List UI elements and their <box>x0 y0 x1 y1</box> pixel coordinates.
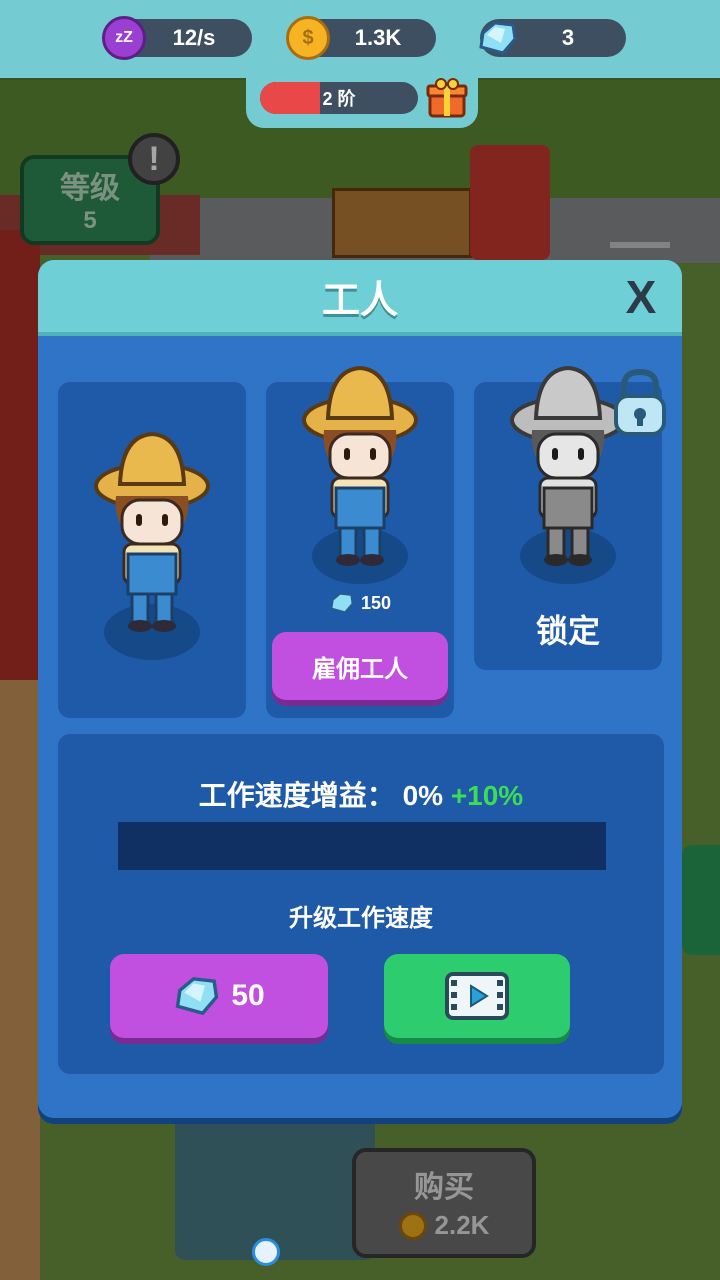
watermark-icon <box>252 1238 280 1266</box>
gem-icon <box>175 977 219 1016</box>
video-icon <box>445 972 509 1020</box>
farmer-icon <box>302 365 418 566</box>
upgrade-title: 升级工作速度 <box>289 905 433 932</box>
top-bar: zZ 12/s $ 1.3K 3 <box>0 0 720 78</box>
gem-stat: 3 <box>479 19 626 57</box>
speed-progress-bar <box>118 822 606 870</box>
stage-progress-bar: 2 阶 <box>260 82 418 114</box>
gem-value: 3 <box>561 25 575 50</box>
stage-progress-panel: 2 阶 <box>246 72 478 128</box>
modal-title: 工人 <box>321 279 398 322</box>
speed-bonus: +10% <box>450 780 524 811</box>
sleep-icon: zZ <box>102 16 146 60</box>
worker-modal: 工人 X 150 雇佣工人 锁定 工作速度增益： 0% +10% 升级工作速度 … <box>38 260 682 1118</box>
speed-bonus-line: 工作速度增益： 0% +10% <box>58 774 664 814</box>
sleep-rate-stat: zZ 12/s <box>102 16 252 60</box>
modal-header: 工人 X <box>38 260 682 336</box>
speed-label: 工作速度增益： <box>198 780 395 811</box>
watch-video-button[interactable] <box>384 954 570 1038</box>
coin-icon: $ <box>286 16 330 60</box>
coin-stat: $ 1.3K <box>286 16 436 60</box>
stage-label: 2 阶 <box>322 89 356 109</box>
locked-label: 锁定 <box>535 613 600 649</box>
gem-icon <box>476 16 520 60</box>
hire-worker-button[interactable]: 雇佣工人 <box>272 632 448 700</box>
coin-value: 1.3K <box>354 25 402 50</box>
gift-icon[interactable] <box>426 76 468 118</box>
upgrade-cost: 50 <box>231 979 265 1012</box>
hire-cost-value: 150 <box>360 592 392 613</box>
close-button[interactable]: X <box>618 274 664 320</box>
farmer-icon <box>94 431 210 632</box>
watermark-logo <box>252 1238 280 1266</box>
speed-current: 0% <box>402 780 444 811</box>
sleep-rate-value: 12/s <box>172 25 216 50</box>
hire-cost: 150 <box>266 592 454 614</box>
lock-icon <box>614 368 666 436</box>
worker-slot-locked[interactable]: 锁定 <box>474 365 666 670</box>
gem-icon <box>330 592 354 614</box>
speed-upgrade-panel: 工作速度增益： 0% +10% 升级工作速度 50 <box>58 734 664 1074</box>
upgrade-gem-button[interactable]: 50 <box>110 954 328 1038</box>
worker-slot-1[interactable] <box>58 382 246 718</box>
